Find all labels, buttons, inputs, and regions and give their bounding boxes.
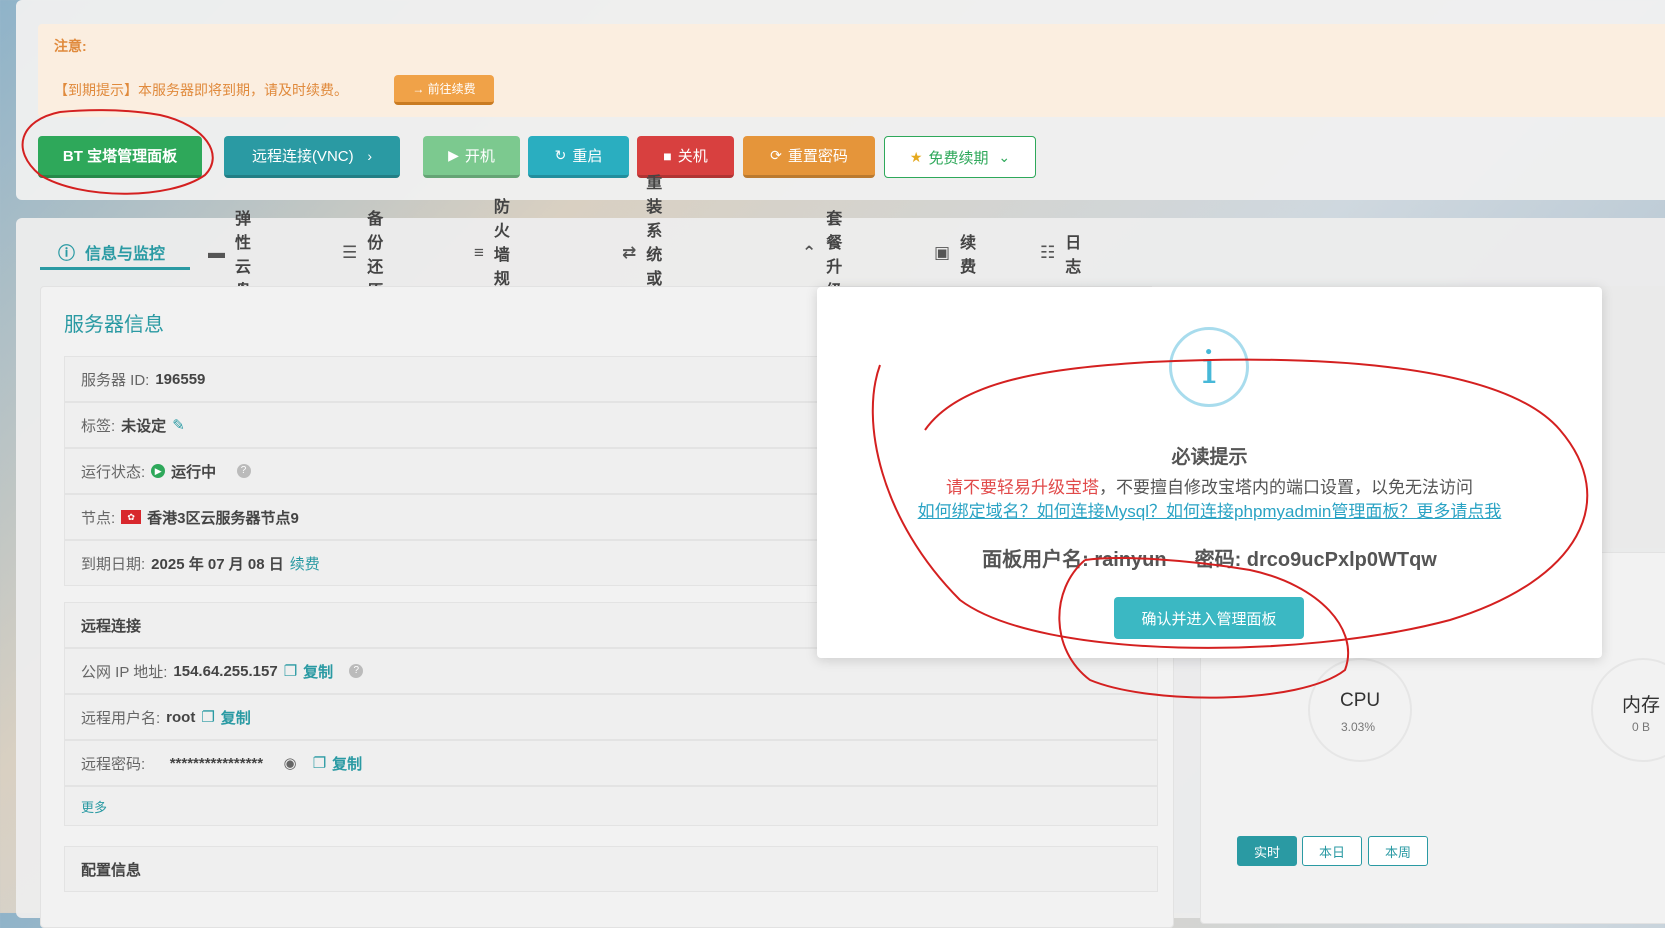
running-icon: ▶ <box>151 464 166 478</box>
bt-panel-button[interactable]: BT 宝塔管理面板 <box>38 136 202 178</box>
list-icon: ≡ <box>474 243 484 262</box>
pw-value: **************** <box>169 754 264 772</box>
renew-link[interactable]: 续费 <box>290 553 320 574</box>
info-icon: ⓘ <box>58 244 75 263</box>
tab-backup[interactable]: ☰备份还原 <box>342 211 383 300</box>
panel-password: 密码: drco9ucPxlp0WTqw <box>1194 549 1437 571</box>
warning-text: ，不要擅自修改宝塔内的端口设置，以免无法访问 <box>1099 478 1473 497</box>
tab-upgrade[interactable]: ⌃套餐升级 <box>802 211 842 300</box>
tab-log[interactable]: ☷ 日志 <box>1040 235 1081 276</box>
vnc-label: 远程连接(VNC) <box>251 148 354 165</box>
help-links[interactable]: 如何绑定域名？如何连接Mysql？如何连接phpmyadmin管理面板？更多请点… <box>817 497 1602 522</box>
status-label: 运行状态: <box>81 463 146 481</box>
warning-red-text: 请不要轻易升级宝塔 <box>946 478 1099 497</box>
ip-value: 154.64.255.157 <box>173 662 278 680</box>
mem-name: 内存 <box>1622 695 1661 716</box>
chevron-right-icon: › <box>359 147 373 164</box>
eye-icon[interactable]: ◉ <box>283 754 296 772</box>
backup-icon: ☰ <box>342 243 358 262</box>
panel-credentials: 面板用户名: rainyun 密码: drco9ucPxlp0WTqw <box>817 543 1602 572</box>
money-icon: ▣ <box>934 243 951 262</box>
restart-button[interactable]: ↻ 重启 <box>528 136 629 178</box>
table-row: 远程用户名: root ❐ 复制 <box>64 694 1158 740</box>
bt-panel-label: BT 宝塔管理面板 <box>62 148 178 165</box>
tab-log-label: 日志 <box>1065 235 1082 276</box>
mem-value: 0 B <box>1632 720 1651 734</box>
vnc-button[interactable]: 远程连接(VNC) › <box>224 136 400 178</box>
tab-renew[interactable]: ▣ 续费 <box>934 235 976 276</box>
stop-icon: ■ <box>663 147 672 164</box>
refresh-icon: ↻ <box>554 147 567 163</box>
reset-password-label: 重置密码 <box>787 148 848 165</box>
cpu-name: CPU <box>1340 690 1381 711</box>
copy-pw-button[interactable]: 复制 <box>332 753 362 774</box>
start-button[interactable]: ▶ 开机 <box>423 136 520 178</box>
free-renew-label: 免费续期 <box>928 149 989 167</box>
tab-disk[interactable]: ▬弹性云盘 <box>208 211 251 300</box>
node-value: 香港3区云服务器节点9 <box>147 509 299 527</box>
log-icon: ☷ <box>1040 243 1056 262</box>
expiry-notice: 注意: 【到期提示】本服务器即将到期，请及时续费。 → 前往续费 <box>38 24 1665 117</box>
tab-firewall[interactable]: ≡防火墙规则 <box>474 199 510 312</box>
confirm-enter-button[interactable]: 确认并进入管理面板 <box>1114 597 1304 639</box>
pw-label: 远程密码: <box>81 755 146 773</box>
status-value: 运行中 <box>171 463 217 481</box>
server-info-title: 服务器信息 <box>64 314 164 336</box>
free-renew-dropdown[interactable]: ★ 免费续期 ⌄ <box>884 136 1036 178</box>
disk-icon: ▬ <box>208 243 225 262</box>
id-label: 服务器 ID: <box>81 371 150 389</box>
range-week[interactable]: 本周 <box>1368 836 1428 866</box>
info-icon: i <box>1169 327 1249 407</box>
user-label: 远程用户名: <box>81 709 161 727</box>
copy-icon: ❐ <box>201 709 215 726</box>
tab-info[interactable]: ⓘ 信息与监控 <box>40 236 190 270</box>
notice-modal: i 必读提示 请不要轻易升级宝塔，不要擅自修改宝塔内的端口设置，以免无法访问 如… <box>817 287 1602 658</box>
expire-value: 2025 年 07 月 08 日 <box>151 555 284 573</box>
tab-renew-label: 续费 <box>960 235 977 276</box>
tag-value: 未设定 <box>121 417 167 435</box>
user-value: root <box>166 708 196 726</box>
cpu-value: 3.03% <box>1341 720 1376 734</box>
table-row: 更多 <box>64 786 1158 826</box>
copy-user-button[interactable]: 复制 <box>221 707 251 728</box>
help-icon[interactable]: ? <box>349 664 364 678</box>
modal-warning: 请不要轻易升级宝塔，不要擅自修改宝塔内的端口设置，以免无法访问 <box>817 473 1602 498</box>
go-renew-button[interactable]: → 前往续费 <box>394 75 494 105</box>
expire-label: 到期日期: <box>81 555 146 573</box>
start-label: 开机 <box>464 148 495 165</box>
tag-label: 标签: <box>81 417 116 435</box>
copy-ip-button[interactable]: 复制 <box>303 661 333 682</box>
range-today[interactable]: 本日 <box>1302 836 1362 866</box>
more-link[interactable]: 更多 <box>81 797 107 816</box>
sync-icon: ⟳ <box>770 147 782 163</box>
table-row: 远程密码: **************** ◉ ❐ 复制 <box>64 740 1158 786</box>
reset-password-button[interactable]: ⟳ 重置密码 <box>743 136 875 178</box>
star-icon: ★ <box>909 148 923 165</box>
panel-username: 面板用户名: rainyun <box>982 549 1167 571</box>
config-section-title: 配置信息 <box>64 846 1158 892</box>
id-value: 196559 <box>155 370 206 388</box>
node-label: 节点: <box>81 509 116 527</box>
modal-title: 必读提示 <box>1171 447 1248 468</box>
tab-info-label: 信息与监控 <box>85 245 166 263</box>
hk-flag-icon: ✿ <box>121 510 142 524</box>
ip-label: 公网 IP 地址: <box>81 663 168 681</box>
copy-icon: ❐ <box>312 755 327 772</box>
swap-icon: ⇄ <box>622 243 637 262</box>
notice-text: 【到期提示】本服务器即将到期，请及时续费。 <box>54 82 348 98</box>
play-icon: ▶ <box>448 147 459 163</box>
copy-icon: ❐ <box>283 663 298 680</box>
upgrade-icon: ⌃ <box>802 243 817 262</box>
chevron-down-icon: ⌄ <box>994 148 1011 165</box>
shutdown-label: 关机 <box>677 148 708 165</box>
range-realtime[interactable]: 实时 <box>1237 836 1297 866</box>
help-icon[interactable]: ? <box>236 464 251 478</box>
tab-reinstall[interactable]: ⇄重装系统或软件 <box>622 175 662 336</box>
restart-label: 重启 <box>572 148 603 165</box>
edit-icon[interactable]: ✎ <box>172 416 185 434</box>
notice-title: 注意: <box>54 38 87 54</box>
